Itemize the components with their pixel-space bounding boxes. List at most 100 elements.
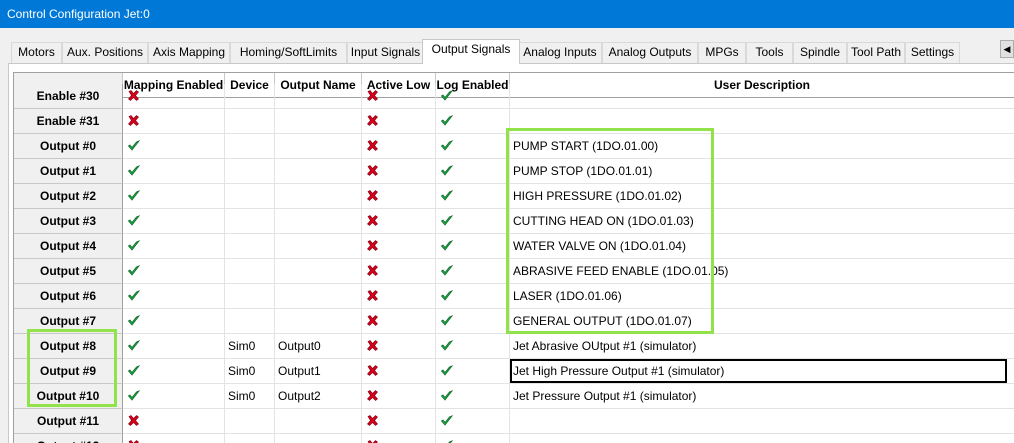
cell-user-description[interactable] <box>510 409 1014 434</box>
tab-homing-softlimits[interactable]: Homing/SoftLimits <box>230 42 347 63</box>
cell-mapping-enabled[interactable] <box>123 84 225 109</box>
cell-active-low[interactable] <box>362 359 436 384</box>
cell-log-enabled[interactable] <box>436 384 510 409</box>
cell-device[interactable]: Sim0 <box>225 359 275 384</box>
cell-active-low[interactable] <box>362 309 436 334</box>
cell-device[interactable] <box>225 434 275 443</box>
cell-device[interactable] <box>225 209 275 234</box>
cell-output-name[interactable] <box>275 109 362 134</box>
cell-active-low[interactable] <box>362 209 436 234</box>
cell-user-description[interactable]: Jet Pressure Output #1 (simulator) <box>510 384 1014 409</box>
cell-user-description[interactable]: CUTTING HEAD ON (1DO.01.03) <box>510 209 1014 234</box>
cell-active-low[interactable] <box>362 334 436 359</box>
cell-log-enabled[interactable] <box>436 109 510 134</box>
row-header[interactable]: Output #6 <box>14 284 123 309</box>
cell-user-description[interactable] <box>510 109 1014 134</box>
tab-input-signals[interactable]: Input Signals <box>347 42 424 63</box>
cell-log-enabled[interactable] <box>436 184 510 209</box>
cell-output-name[interactable] <box>275 259 362 284</box>
tab-tool-path[interactable]: Tool Path <box>847 42 905 63</box>
cell-user-description[interactable]: WATER VALVE ON (1DO.01.04) <box>510 234 1014 259</box>
cell-log-enabled[interactable] <box>436 234 510 259</box>
row-header[interactable]: Output #9 <box>14 359 123 384</box>
cell-output-name[interactable]: Output0 <box>275 334 362 359</box>
cell-output-name[interactable] <box>275 284 362 309</box>
cell-user-description[interactable] <box>510 434 1014 443</box>
cell-device[interactable]: Sim0 <box>225 334 275 359</box>
cell-mapping-enabled[interactable] <box>123 309 225 334</box>
cell-device[interactable] <box>225 409 275 434</box>
cell-active-low[interactable] <box>362 409 436 434</box>
cell-log-enabled[interactable] <box>436 84 510 109</box>
cell-user-description[interactable] <box>510 84 1014 109</box>
tab-output-signals[interactable]: Output Signals <box>422 39 520 64</box>
row-header[interactable]: Output #5 <box>14 259 123 284</box>
cell-log-enabled[interactable] <box>436 284 510 309</box>
cell-output-name[interactable] <box>275 134 362 159</box>
cell-active-low[interactable] <box>362 184 436 209</box>
cell-mapping-enabled[interactable] <box>123 359 225 384</box>
cell-output-name[interactable] <box>275 309 362 334</box>
cell-log-enabled[interactable] <box>436 259 510 284</box>
cell-active-low[interactable] <box>362 84 436 109</box>
cell-user-description[interactable]: GENERAL OUTPUT (1DO.01.07) <box>510 309 1014 334</box>
row-header[interactable]: Output #1 <box>14 159 123 184</box>
cell-device[interactable] <box>225 84 275 109</box>
tab-mpgs[interactable]: MPGs <box>698 42 746 63</box>
cell-output-name[interactable]: Output2 <box>275 384 362 409</box>
tab-axis-mapping[interactable]: Axis Mapping <box>148 42 230 63</box>
cell-active-low[interactable] <box>362 109 436 134</box>
cell-output-name[interactable]: Output1 <box>275 359 362 384</box>
cell-active-low[interactable] <box>362 434 436 443</box>
tab-analog-outputs[interactable]: Analog Outputs <box>602 42 698 63</box>
cell-log-enabled[interactable] <box>436 134 510 159</box>
cell-device[interactable] <box>225 234 275 259</box>
cell-output-name[interactable] <box>275 84 362 109</box>
cell-active-low[interactable] <box>362 159 436 184</box>
cell-device[interactable] <box>225 109 275 134</box>
cell-log-enabled[interactable] <box>436 159 510 184</box>
row-header[interactable]: Enable #30 <box>14 84 123 109</box>
cell-log-enabled[interactable] <box>436 409 510 434</box>
cell-output-name[interactable] <box>275 234 362 259</box>
cell-mapping-enabled[interactable] <box>123 409 225 434</box>
cell-mapping-enabled[interactable] <box>123 259 225 284</box>
cell-output-name[interactable] <box>275 159 362 184</box>
tab-motors[interactable]: Motors <box>11 42 62 63</box>
cell-log-enabled[interactable] <box>436 434 510 443</box>
cell-device[interactable] <box>225 259 275 284</box>
cell-mapping-enabled[interactable] <box>123 234 225 259</box>
cell-output-name[interactable] <box>275 184 362 209</box>
chevron-left-icon[interactable]: ◀ <box>1000 40 1014 58</box>
row-header[interactable]: Output #4 <box>14 234 123 259</box>
cell-log-enabled[interactable] <box>436 359 510 384</box>
cell-mapping-enabled[interactable] <box>123 184 225 209</box>
cell-device[interactable] <box>225 134 275 159</box>
row-header[interactable]: Output #10 <box>14 384 123 409</box>
cell-mapping-enabled[interactable] <box>123 384 225 409</box>
row-header[interactable]: Output #0 <box>14 134 123 159</box>
cell-mapping-enabled[interactable] <box>123 334 225 359</box>
row-header[interactable]: Output #8 <box>14 334 123 359</box>
cell-mapping-enabled[interactable] <box>123 284 225 309</box>
cell-active-low[interactable] <box>362 259 436 284</box>
row-header[interactable]: Output #7 <box>14 309 123 334</box>
tab-aux-positions[interactable]: Aux. Positions <box>62 42 148 63</box>
cell-log-enabled[interactable] <box>436 309 510 334</box>
cell-mapping-enabled[interactable] <box>123 134 225 159</box>
cell-device[interactable] <box>225 309 275 334</box>
cell-mapping-enabled[interactable] <box>123 109 225 134</box>
row-header[interactable]: Enable #31 <box>14 109 123 134</box>
cell-output-name[interactable] <box>275 209 362 234</box>
row-header[interactable]: Output #12 <box>14 434 123 443</box>
cell-output-name[interactable] <box>275 434 362 443</box>
cell-user-description[interactable]: ABRASIVE FEED ENABLE (1DO.01.05) <box>510 259 1014 284</box>
cell-device[interactable] <box>225 184 275 209</box>
tab-tools[interactable]: Tools <box>746 42 793 63</box>
row-header[interactable]: Output #3 <box>14 209 123 234</box>
cell-output-name[interactable] <box>275 409 362 434</box>
row-header[interactable]: Output #2 <box>14 184 123 209</box>
cell-mapping-enabled[interactable] <box>123 209 225 234</box>
cell-device[interactable] <box>225 159 275 184</box>
tab-analog-inputs[interactable]: Analog Inputs <box>518 42 602 63</box>
